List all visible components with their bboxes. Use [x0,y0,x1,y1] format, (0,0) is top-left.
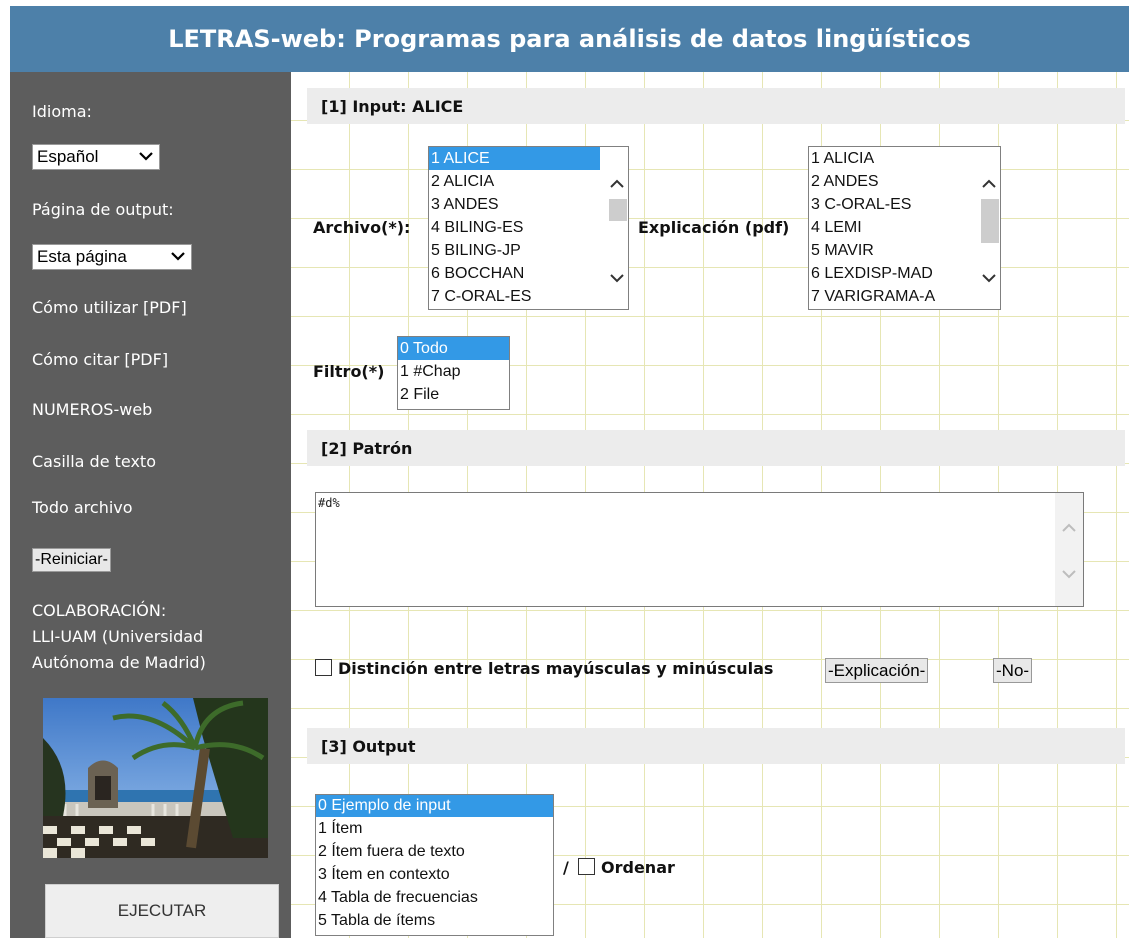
sort-checkbox[interactable] [578,858,595,875]
list-item[interactable]: 3 C-ORAL-ES [809,193,1000,216]
main-panel: [1] Input: ALICE Archivo(*): 1 ALICE 2 A… [291,72,1129,938]
language-select[interactable]: Español [32,144,160,170]
link-text-box[interactable]: Casilla de texto [32,452,156,471]
case-sensitive-checkbox[interactable] [315,659,332,676]
explanation-listbox-scrollbar[interactable] [978,147,1000,309]
list-item[interactable]: 2 ANDES [809,170,1000,193]
case-sensitive-label: Distinción entre letras mayúsculas y min… [338,659,774,678]
link-numeros-web[interactable]: NUMEROS-web [32,400,152,419]
explanation-listbox[interactable]: 1 ALICIA 2 ANDES 3 C-ORAL-ES 4 LEMI 5 MA… [808,146,1001,310]
list-item[interactable]: 4 Tabla de frecuencias [316,886,553,909]
chevron-up-icon[interactable] [981,177,997,191]
output-page-label: Página de output: [32,200,174,219]
collaboration-note: COLABORACIÓN: LLI-UAM (Universidad Autón… [32,598,206,676]
language-select-value: Español [37,147,99,166]
filter-listbox[interactable]: 0 Todo 1 #Chap 2 File [397,336,510,410]
page-title: LETRAS-web: Programas para análisis de d… [168,25,971,53]
list-item[interactable]: 5 Tabla de ítems [316,909,553,932]
list-item[interactable]: 1 Ítem [316,817,553,840]
chevron-down-icon[interactable] [981,271,997,285]
sidebar: Idioma: Español Página de output: Esta p… [10,72,291,938]
chevron-down-icon [139,152,153,161]
pattern-input[interactable]: #d% [315,492,1084,607]
output-listbox[interactable]: 0 Ejemplo de input 1 Ítem 2 Ítem fuera d… [315,794,554,936]
list-item[interactable]: 0 Ejemplo de input [316,795,553,817]
chevron-down-icon[interactable] [609,271,625,285]
file-listbox-scrollbar[interactable] [606,147,628,309]
collaboration-line: COLABORACIÓN: [32,601,167,620]
explanation-label: Explicación (pdf) [638,218,790,237]
list-item[interactable]: 5 BILING-JP [429,239,628,262]
palm-tree-photo [43,698,268,858]
list-item[interactable]: 3 Ítem en contexto [316,863,553,886]
no-button[interactable]: -No- [993,658,1033,683]
list-item[interactable]: 6 LEXDISP-MAD [809,262,1000,285]
collaboration-line: Autónoma de Madrid) [32,653,206,672]
left-edge [0,6,10,938]
list-item[interactable]: 5 MAVIR [809,239,1000,262]
file-listbox[interactable]: 1 ALICE 2 ALICIA 3 ANDES 4 BILING-ES 5 B… [428,146,629,310]
list-item[interactable]: 1 ALICIA [809,147,1000,170]
scroll-thumb[interactable] [981,199,999,243]
list-item[interactable]: 4 BILING-ES [429,216,628,239]
output-page-select-value: Esta página [37,247,127,266]
list-item[interactable]: 3 ANDES [429,193,628,216]
chevron-up-icon[interactable] [609,177,625,191]
chevron-down-icon [171,252,185,261]
link-how-to-cite[interactable]: Cómo citar [PDF] [32,350,168,369]
list-item[interactable]: 4 LEMI [809,216,1000,239]
section-output-heading: [3] Output [307,728,1125,764]
output-separator: / [563,858,569,877]
scroll-thumb[interactable] [609,199,627,221]
link-how-to-use[interactable]: Cómo utilizar [PDF] [32,298,187,317]
page-header: LETRAS-web: Programas para análisis de d… [10,6,1129,72]
collaboration-line: LLI-UAM (Universidad [32,627,204,646]
list-item[interactable]: 0 Todo [398,337,509,360]
chevron-up-icon[interactable] [1061,521,1077,535]
output-page-select[interactable]: Esta página [32,244,192,270]
pattern-input-value: #d% [318,496,340,510]
file-label: Archivo(*): [313,218,411,237]
list-item[interactable]: 2 ALICIA [429,170,628,193]
list-item[interactable]: 1 #Chap [398,360,509,383]
section-input-heading: [1] Input: ALICE [307,88,1125,124]
sort-label: Ordenar [601,858,675,877]
list-item[interactable]: 1 ALICE [429,147,600,170]
list-item[interactable]: 2 Ítem fuera de texto [316,840,553,863]
list-item[interactable]: 7 VARIGRAMA-A [809,285,1000,308]
language-label: Idioma: [32,102,92,121]
section-pattern-heading: [2] Patrón [307,430,1125,466]
list-item[interactable]: 2 File [398,383,509,406]
list-item[interactable]: 6 BOCCHAN [429,262,628,285]
chevron-down-icon[interactable] [1061,567,1077,581]
filter-label: Filtro(*) [313,362,385,381]
link-all-files[interactable]: Todo archivo [32,498,133,517]
reset-button[interactable]: -Reiniciar- [32,548,111,572]
pattern-input-scrollbar[interactable] [1055,493,1083,606]
execute-button[interactable]: EJECUTAR [45,884,279,938]
list-item[interactable]: 7 C-ORAL-ES [429,285,628,308]
explanation-button[interactable]: -Explicación- [825,658,929,683]
